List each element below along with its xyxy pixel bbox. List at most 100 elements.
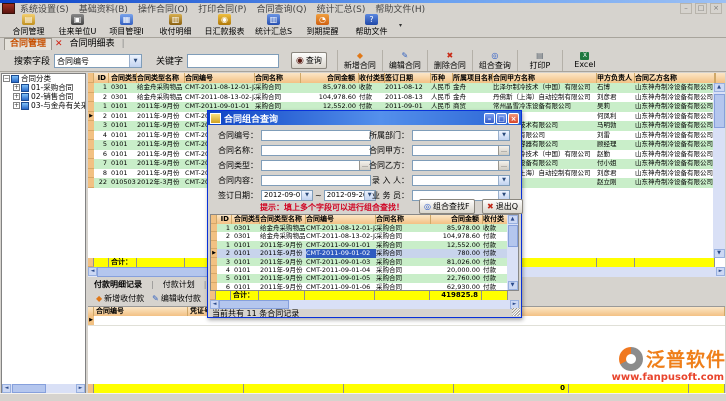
resize-grip[interactable] xyxy=(512,308,520,316)
detail-action-button[interactable]: ✎ 编辑收付款 xyxy=(152,293,201,304)
restore-icon[interactable]: □ xyxy=(695,3,707,14)
scroll-track[interactable] xyxy=(219,300,510,309)
party-b-input[interactable]: … xyxy=(412,160,510,171)
toolbar-button[interactable]: ▥ 收付明细 xyxy=(151,15,200,37)
contract-code-input[interactable] xyxy=(261,130,371,141)
dialog-vertical-scrollbar[interactable]: ▲ ▼ xyxy=(507,215,518,290)
dialog-grid-header-cell[interactable]: 合同编号 xyxy=(306,215,376,224)
dialog-horizontal-scrollbar[interactable]: ◄ ► xyxy=(210,300,519,309)
tab-contract-detail[interactable]: 合同明细表 xyxy=(66,39,119,50)
toolbar-button[interactable]: ◔ 到期提醒 xyxy=(298,15,347,37)
tree-horizontal-scrollbar[interactable]: ◄ ► xyxy=(2,384,85,393)
ellipsis-icon[interactable]: … xyxy=(498,146,509,155)
scroll-left-icon[interactable]: ◄ xyxy=(88,267,97,276)
toolbar-button[interactable]: ▥ 统计汇总S xyxy=(249,15,298,37)
detail-tab[interactable]: 付款明细记录 xyxy=(88,279,148,290)
minimize-icon[interactable]: – xyxy=(484,113,495,124)
table-row[interactable]: 3 0101 2011年-9月份 CMT-2011-09-01-03 采购合同 … xyxy=(211,258,518,266)
table-row[interactable]: 1 0301 给金舟采购物品 CMT-2011-08-12-01-JZ 采购合同… xyxy=(88,83,725,93)
table-row[interactable]: 2 0101 2011年-9月份 CMT-2011-09-01-02 采购合同 … xyxy=(211,249,518,257)
table-row[interactable]: 1 0101 2011年-9月份 CMT-2011-09-01-01 采购合同 … xyxy=(211,241,518,249)
toolbar-button[interactable]: ▣ 往来单位U xyxy=(53,15,102,37)
party-a-input[interactable]: … xyxy=(412,145,510,156)
exit-button[interactable]: ✖ 退出Q xyxy=(482,199,523,214)
dialog-grid-header-cell[interactable]: 合同类型名称 xyxy=(260,215,306,224)
scroll-up-icon[interactable]: ▲ xyxy=(714,83,725,92)
dialog-grid-header-cell[interactable]: 合同金额 xyxy=(431,215,483,224)
grid-header-cell[interactable]: 所属项目名称 xyxy=(453,73,493,83)
contract-action-button[interactable]: ◎ 组合查询 xyxy=(472,50,517,71)
grid-header-cell[interactable]: 币种 xyxy=(431,73,453,83)
scroll-down-icon[interactable]: ▼ xyxy=(714,249,725,258)
grid-header-cell[interactable]: 签订日期 xyxy=(385,73,431,83)
collapse-icon[interactable]: − xyxy=(3,75,10,82)
app-system-icon[interactable] xyxy=(2,3,15,14)
scroll-right-icon[interactable]: ► xyxy=(76,384,85,393)
date-from-select[interactable]: 2012-09-01▼ xyxy=(261,190,313,201)
toolbar-button[interactable]: ▦ 项目管理I xyxy=(102,15,151,37)
table-row[interactable]: 2 0301 给金舟采购物品 CMT-2011-08-13-02-JZ 采购合同… xyxy=(211,232,518,240)
expand-icon[interactable]: + xyxy=(13,84,20,91)
expand-icon[interactable]: + xyxy=(13,102,20,109)
contract-action-button[interactable]: ✎ 编辑合同 xyxy=(382,50,427,71)
grid-header-cell[interactable]: 合同名称 xyxy=(255,73,301,83)
grid-header-cell[interactable]: 合同类型名称 xyxy=(137,73,185,83)
combined-find-button[interactable]: ◎ 组合查找F xyxy=(419,199,475,214)
scroll-left-icon[interactable]: ◄ xyxy=(2,384,11,393)
detail-tab[interactable]: 付款计划 xyxy=(157,279,201,290)
close-icon[interactable]: × xyxy=(508,113,519,124)
detail-action-button[interactable]: ◆ 新增收付款 xyxy=(96,293,144,304)
grid-header-cell[interactable]: ID xyxy=(94,73,109,83)
table-row[interactable]: 4 0101 2011年-9月份 CMT-2011-09-01-04 采购合同 … xyxy=(211,266,518,274)
table-row[interactable]: 6 0101 2011年-9月份 CMT-2011-09-01-06 采购合同 … xyxy=(211,283,518,291)
tab-close-icon[interactable]: ✕ xyxy=(55,39,63,49)
expand-icon[interactable]: + xyxy=(13,93,20,100)
chevron-down-icon[interactable]: ▼ xyxy=(301,191,312,200)
dialog-grid-header-cell[interactable]: ID xyxy=(217,215,232,224)
grid-vertical-scrollbar[interactable]: ▲ ▼ xyxy=(713,83,725,258)
chevron-down-icon[interactable]: ▼ xyxy=(498,176,509,185)
dialog-grid-header-cell[interactable]: 合同名称 xyxy=(376,215,431,224)
grid-header-cell[interactable]: 合同类型 xyxy=(109,73,137,83)
toolbar-button[interactable]: ? 帮助文件 xyxy=(347,15,396,37)
tab-contract-manage[interactable]: 合同管理 xyxy=(4,38,52,50)
scroll-thumb[interactable] xyxy=(12,384,46,393)
table-row[interactable]: 5 0101 2011年-9月份 CMT-2011-09-01-05 采购合同 … xyxy=(211,274,518,282)
dialog-grid-header-cell[interactable]: 合同类型 xyxy=(232,215,260,224)
contract-name-input[interactable] xyxy=(261,145,371,156)
grid-header-cell[interactable]: 合同甲方名称 xyxy=(493,73,597,83)
scroll-track[interactable] xyxy=(11,384,76,393)
keyword-input[interactable] xyxy=(187,54,279,68)
contract-action-button[interactable]: ◆ 新增合同 xyxy=(337,50,382,71)
entry-person-select[interactable]: ▼ xyxy=(412,175,510,186)
stats-dropdown-icon[interactable]: ▾ xyxy=(399,22,402,29)
toolbar-button[interactable]: ◉ 日汇款报表 xyxy=(200,15,249,37)
grid-header-cell[interactable]: 合同乙方名称 xyxy=(635,73,715,83)
grid-header-cell[interactable]: 合同金额 xyxy=(301,73,359,83)
grid-header-cell[interactable]: 合同编号 xyxy=(185,73,255,83)
dialog-grid-header-cell[interactable]: 收付类 xyxy=(483,215,509,224)
scroll-track[interactable] xyxy=(714,92,725,249)
contract-action-button[interactable]: X Excel xyxy=(562,50,607,71)
contract-action-button[interactable]: ✖ 删除合同 xyxy=(427,50,472,71)
grid-header-cell[interactable]: 甲方负责人 xyxy=(597,73,635,83)
table-row[interactable]: 2 0301 给金舟采购物品 CMT-2011-08-13-02-JZ 采购合同… xyxy=(88,93,725,103)
scroll-thumb[interactable] xyxy=(714,94,725,128)
contract-type-input[interactable]: … xyxy=(261,160,371,171)
scroll-thumb[interactable] xyxy=(219,300,289,309)
scroll-down-icon[interactable]: ▼ xyxy=(508,281,518,290)
scroll-right-icon[interactable]: ► xyxy=(716,267,725,276)
contract-content-input[interactable] xyxy=(261,175,371,186)
search-field-select[interactable]: 合同编号 ▼ xyxy=(54,54,142,68)
query-button[interactable]: ◉ 查询 xyxy=(291,52,327,69)
close-icon[interactable]: × xyxy=(710,3,722,14)
contract-action-button[interactable]: ▤ 打印P xyxy=(517,50,562,71)
chevron-down-icon[interactable]: ▼ xyxy=(498,131,509,140)
toolbar-button[interactable]: ▤ 合同管理 xyxy=(4,15,53,37)
grid-header-cell[interactable]: 收付类型 xyxy=(359,73,385,83)
detail-header-cell[interactable]: 合同编号 xyxy=(94,307,188,316)
scroll-track[interactable] xyxy=(508,224,518,281)
dialog-title-bar[interactable]: 合同组合查询 – □ × xyxy=(208,111,521,125)
maximize-icon[interactable]: □ xyxy=(496,113,507,124)
table-row[interactable]: 1 0301 给金舟采购物品 CMT-2011-08-12-01-JZ 采购合同… xyxy=(211,224,518,232)
